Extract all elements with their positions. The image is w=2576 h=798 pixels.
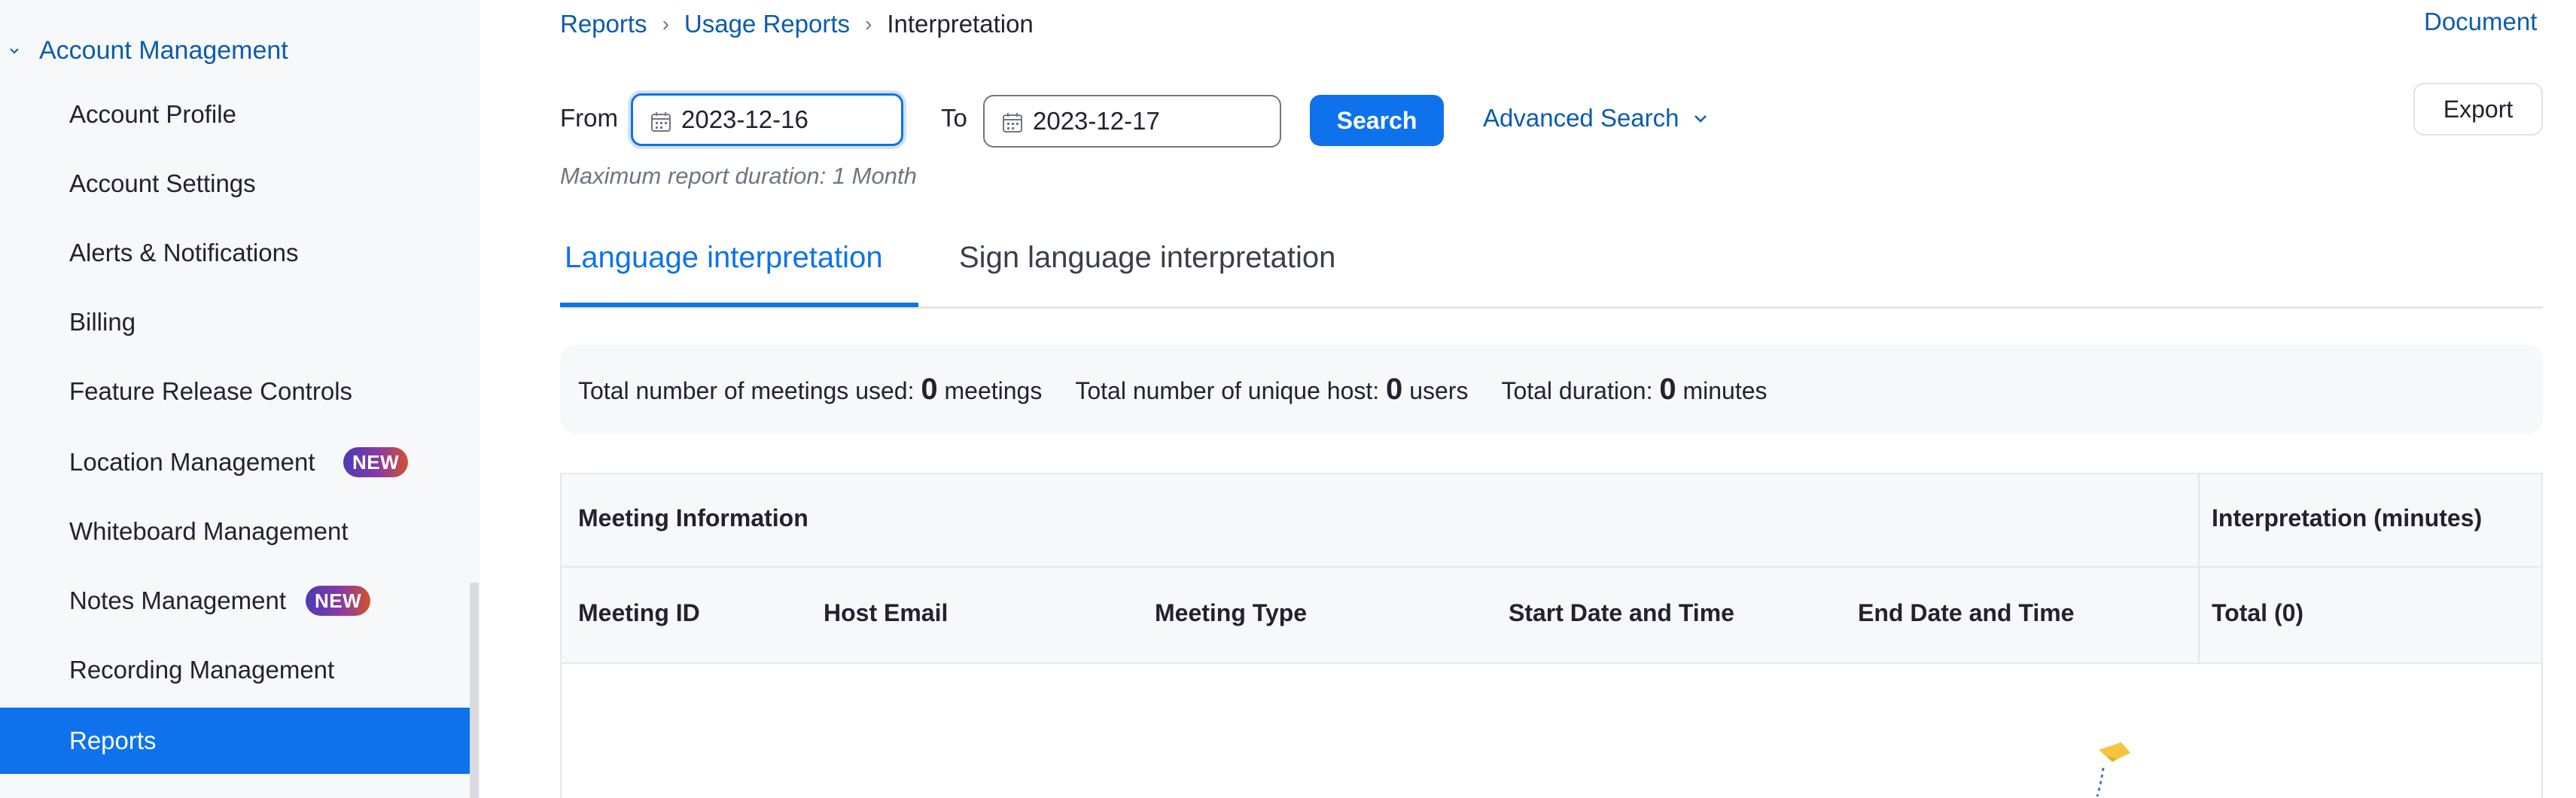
sidebar-item-account-profile[interactable]: Account Profile xyxy=(0,81,470,148)
tab-sign-language-interpretation[interactable]: Sign language interpretation xyxy=(959,241,1335,275)
active-tab-indicator xyxy=(560,303,918,307)
sidebar-item-reports[interactable]: Reports xyxy=(0,708,470,774)
breadcrumb: Reports › Usage Reports › Interpretation xyxy=(560,8,1034,41)
sidebar-item-billing[interactable]: Billing xyxy=(0,289,470,355)
summary-bar: Total number of meetings used: 0 meeting… xyxy=(560,345,2543,434)
sidebar-item-whiteboard-management[interactable]: Whiteboard Management xyxy=(0,498,470,565)
empty-state-illustration xyxy=(2096,742,2130,797)
sidebar-item-label: Notes Management xyxy=(69,586,286,614)
breadcrumb-usage-reports-link[interactable]: Usage Reports xyxy=(684,10,850,38)
summary-hosts-value: 0 xyxy=(1386,372,1403,406)
summary-duration-value: 0 xyxy=(1659,372,1676,406)
chevron-down-icon xyxy=(10,48,19,54)
summary-meetings-label: Total number of meetings used: xyxy=(578,376,915,404)
new-badge: NEW xyxy=(306,586,371,616)
document-link[interactable]: Document xyxy=(2424,8,2537,36)
column-meeting-type[interactable]: Meeting Type xyxy=(1155,599,1307,627)
sidebar-scrollbar[interactable] xyxy=(470,583,479,798)
sidebar-item-label: Account Profile xyxy=(69,100,236,128)
breadcrumb-current: Interpretation xyxy=(887,10,1034,38)
summary-duration-label: Total duration: xyxy=(1501,376,1653,404)
sidebar-item-label: Recording Management xyxy=(69,656,335,684)
column-divider xyxy=(2198,474,2200,664)
sidebar-item-label: Billing xyxy=(69,308,136,336)
from-date-input[interactable]: 2023-12-16 xyxy=(631,93,903,146)
summary-meetings-value: 0 xyxy=(921,372,938,406)
sidebar-item-location-management[interactable]: Location Management NEW xyxy=(0,429,470,495)
report-tabs: Language interpretation Sign language in… xyxy=(560,230,2543,309)
summary-duration-unit: minutes xyxy=(1682,376,1768,404)
to-date-value: 2023-12-17 xyxy=(1033,107,1160,135)
breadcrumb-reports-link[interactable]: Reports xyxy=(560,10,647,38)
sidebar-item-label: Location Management xyxy=(69,448,315,476)
sidebar-group-account-management[interactable]: Account Management xyxy=(0,30,470,71)
sidebar-item-label: Whiteboard Management xyxy=(69,517,349,545)
summary-meetings-unit: meetings xyxy=(944,376,1043,404)
to-label: To xyxy=(941,104,967,132)
calendar-icon xyxy=(1003,113,1022,132)
chevron-right-icon: › xyxy=(865,12,872,35)
from-label: From xyxy=(560,104,618,132)
column-end-date-time[interactable]: End Date and Time xyxy=(1858,599,2074,627)
summary-hosts: Total number of unique host: 0 users xyxy=(1075,373,1468,407)
column-total[interactable]: Total (0) xyxy=(2212,599,2303,627)
calendar-icon xyxy=(651,112,671,132)
sidebar-item-label: Alerts & Notifications xyxy=(69,239,299,267)
column-host-email[interactable]: Host Email xyxy=(824,599,948,627)
report-table: Meeting Information Interpretation (minu… xyxy=(560,473,2543,798)
table-column-header-row: Meeting ID Host Email Meeting Type Start… xyxy=(562,568,2541,664)
sidebar-item-label: Reports xyxy=(69,726,157,754)
sidebar-group-label: Account Management xyxy=(39,36,288,65)
new-badge: NEW xyxy=(343,447,409,477)
sidebar-item-feature-release-controls[interactable]: Feature Release Controls xyxy=(0,358,470,425)
main-content: Reports › Usage Reports › Interpretation… xyxy=(480,0,2576,798)
tab-language-interpretation[interactable]: Language interpretation xyxy=(565,241,883,275)
summary-duration: Total duration: 0 minutes xyxy=(1501,373,1767,407)
header-meeting-information: Meeting Information xyxy=(578,504,808,531)
table-group-header-row: Meeting Information Interpretation (minu… xyxy=(562,474,2541,568)
chevron-down-icon xyxy=(1694,115,1707,123)
sidebar-item-label: Account Settings xyxy=(69,169,256,197)
sidebar: Account Management Account Profile Accou… xyxy=(0,0,480,798)
chevron-right-icon: › xyxy=(662,12,669,35)
advanced-search-label: Advanced Search xyxy=(1483,104,1679,132)
search-button[interactable]: Search xyxy=(1310,95,1444,146)
sidebar-item-account-settings[interactable]: Account Settings xyxy=(0,151,470,217)
export-button[interactable]: Export xyxy=(2413,83,2543,136)
to-date-input[interactable]: 2023-12-17 xyxy=(983,95,1281,148)
summary-hosts-label: Total number of unique host: xyxy=(1075,376,1380,404)
column-start-date-time[interactable]: Start Date and Time xyxy=(1509,599,1734,627)
header-interpretation-minutes: Interpretation (minutes) xyxy=(2212,504,2483,531)
summary-meetings: Total number of meetings used: 0 meeting… xyxy=(578,373,1042,407)
advanced-search-toggle[interactable]: Advanced Search xyxy=(1483,104,1708,132)
sidebar-item-alerts-notifications[interactable]: Alerts & Notifications xyxy=(0,220,470,286)
summary-hosts-unit: users xyxy=(1409,376,1469,404)
sidebar-item-label: Feature Release Controls xyxy=(69,377,353,405)
max-duration-note: Maximum report duration: 1 Month xyxy=(560,163,917,189)
column-meeting-id[interactable]: Meeting ID xyxy=(578,599,700,627)
sidebar-item-recording-management[interactable]: Recording Management xyxy=(0,637,470,703)
from-date-value: 2023-12-16 xyxy=(681,105,808,133)
sidebar-item-notes-management[interactable]: Notes Management NEW xyxy=(0,568,470,634)
